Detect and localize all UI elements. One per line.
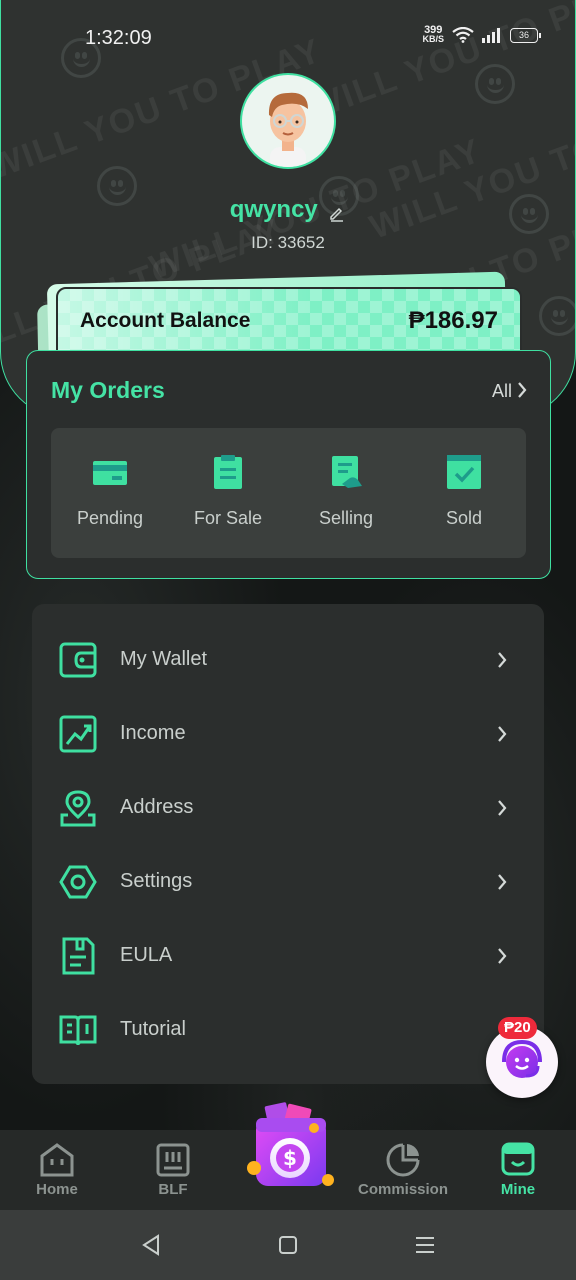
menu-item-label: My Wallet: [120, 648, 208, 670]
home-square-icon[interactable]: [277, 1234, 299, 1256]
nav-commission[interactable]: Commission: [350, 1130, 456, 1210]
reward-badge: ₱20: [498, 1017, 537, 1039]
status-time: 1:32:09: [85, 27, 152, 49]
username: qwyncy: [229, 196, 318, 223]
nav-blf[interactable]: BLF: [133, 1130, 213, 1210]
home-icon: [40, 1143, 74, 1177]
order-status-label: Selling: [318, 508, 374, 528]
order-status-label: Pending: [76, 508, 144, 528]
pie-chart-icon: [386, 1143, 420, 1177]
blf-icon: [156, 1143, 190, 1177]
card-icon: [93, 461, 127, 485]
location-pin-icon: [60, 790, 96, 827]
order-status-sold[interactable]: Sold: [405, 428, 523, 558]
status-bar: 1:32:09 399 KB/S 36: [0, 0, 576, 70]
balance-amount: ₱186.97: [408, 307, 498, 334]
battery-icon: 36: [510, 27, 541, 43]
orders-status-grid: Pending For Sale Selling Sold: [51, 428, 526, 558]
menu-item-eula[interactable]: EULA: [32, 919, 544, 993]
chevron-right-icon: [498, 726, 507, 742]
menu-item-label: EULA: [120, 944, 173, 966]
user-id: ID: 33652: [251, 233, 325, 252]
avatar-face-icon: [268, 92, 308, 167]
nav-label: Mine: [500, 1181, 536, 1198]
nav-mine[interactable]: Mine: [478, 1130, 558, 1210]
clipboard-icon: [214, 455, 242, 489]
smiley-icon: [539, 296, 575, 336]
system-navigation-bar: [0, 1210, 576, 1280]
my-orders-panel: My Orders All Pending For Sale Selling S…: [26, 350, 551, 579]
status-icons: 399 KB/S 36: [422, 25, 541, 44]
menu-item-label: Tutorial: [120, 1018, 186, 1040]
order-status-label: Sold: [445, 508, 483, 528]
nav-home[interactable]: Home: [17, 1130, 97, 1210]
nav-label: BLF: [158, 1181, 188, 1198]
open-book-icon: [59, 1015, 97, 1046]
chevron-right-icon: [498, 652, 507, 668]
order-status-label: For Sale: [193, 508, 263, 528]
order-status-pending[interactable]: Pending: [51, 428, 169, 558]
nav-label: Home: [36, 1181, 78, 1198]
chevron-right-icon: [498, 800, 507, 816]
orders-title: My Orders: [51, 377, 165, 403]
menu-item-settings[interactable]: Settings: [32, 845, 544, 919]
account-menu: My Wallet Income Address Settings EULA T…: [32, 604, 544, 1084]
edit-icon[interactable]: [328, 204, 346, 222]
chart-trend-icon: [59, 715, 97, 753]
mine-icon: [501, 1142, 535, 1176]
menu-item-address[interactable]: Address: [32, 771, 544, 845]
nav-label: Commission: [357, 1181, 448, 1198]
wifi-icon: [452, 27, 474, 43]
back-triangle-icon[interactable]: [140, 1234, 162, 1256]
signal-icon: [482, 27, 500, 43]
network-speed: 399 KB/S: [422, 25, 444, 44]
chevron-right-icon: [498, 874, 507, 890]
menu-item-label: Address: [120, 796, 194, 818]
order-status-selling[interactable]: Selling: [287, 428, 405, 558]
center-money-bag-button[interactable]: $: [240, 1098, 336, 1194]
check-box-icon: [447, 455, 481, 489]
balance-label: Account Balance: [80, 309, 251, 332]
order-status-for-sale[interactable]: For Sale: [169, 428, 287, 558]
menu-item-my-wallet[interactable]: My Wallet: [32, 623, 544, 697]
username-row: qwyncy: [0, 196, 576, 224]
smiley-icon: [475, 64, 515, 104]
orders-all-link[interactable]: All: [492, 381, 512, 402]
document-icon: [62, 937, 95, 975]
dollar-coin-bag-icon: $: [247, 1102, 334, 1186]
chevron-right-icon[interactable]: [516, 381, 528, 399]
menu-lines-icon[interactable]: [414, 1234, 436, 1256]
document-hand-icon: [332, 456, 362, 488]
svg-text:$: $: [283, 1146, 297, 1170]
menu-item-income[interactable]: Income: [32, 697, 544, 771]
avatar[interactable]: [240, 73, 336, 169]
wallet-icon: [59, 642, 97, 678]
menu-item-tutorial[interactable]: Tutorial: [32, 993, 544, 1067]
menu-item-label: Settings: [120, 870, 193, 892]
menu-item-label: Income: [120, 722, 186, 744]
network-speed-unit: KB/S: [422, 34, 444, 44]
hexagon-settings-icon: [59, 865, 97, 899]
chevron-right-icon: [498, 948, 507, 964]
